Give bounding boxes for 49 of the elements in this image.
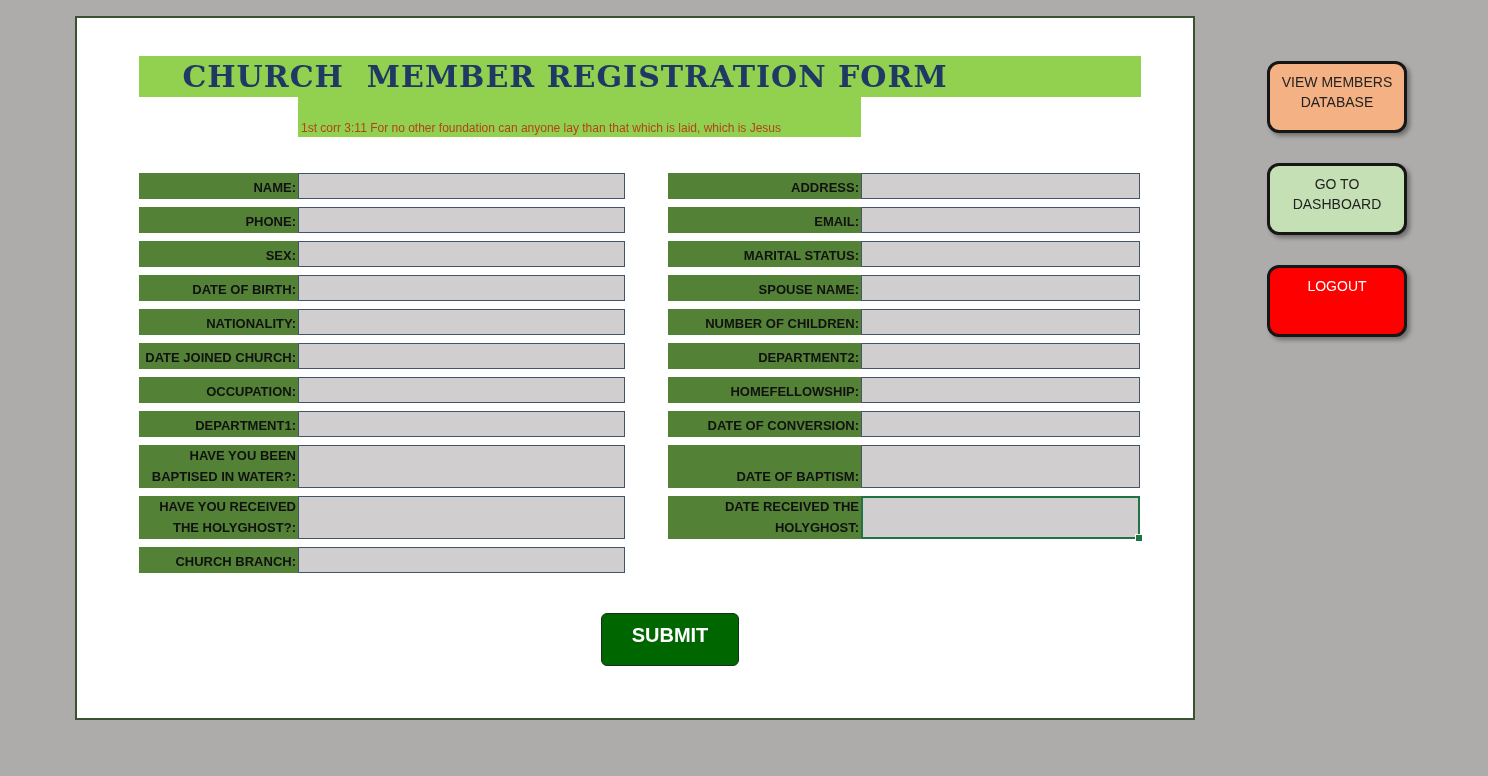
input-field[interactable] <box>298 343 625 369</box>
input-field[interactable] <box>298 309 625 335</box>
input-field[interactable] <box>298 173 625 199</box>
field-label: NAME: <box>139 173 298 199</box>
field-label: DATE OF BIRTH: <box>139 275 298 301</box>
selection-handle[interactable] <box>1135 534 1143 542</box>
field-label: DATE OF CONVERSION: <box>668 411 861 437</box>
field-label: HAVE YOU RECEIVED THE HOLYGHOST?: <box>139 496 298 539</box>
input-field[interactable] <box>298 241 625 267</box>
field-label: ADDRESS: <box>668 173 861 199</box>
field-label: DEPARTMENT2: <box>668 343 861 369</box>
nav-button[interactable]: LOGOUT <box>1267 265 1407 337</box>
input-field[interactable] <box>861 343 1140 369</box>
field-label: PHONE: <box>139 207 298 233</box>
field-label: DEPARTMENT1: <box>139 411 298 437</box>
field-label: MARITAL STATUS: <box>668 241 861 267</box>
form-title: CHURCH MEMBER REGISTRATION FORM <box>182 59 948 94</box>
input-field[interactable] <box>861 496 1140 539</box>
input-field[interactable] <box>298 496 625 539</box>
input-field[interactable] <box>298 275 625 301</box>
field-label: NUMBER OF CHILDREN: <box>668 309 861 335</box>
input-field[interactable] <box>298 411 625 437</box>
input-field[interactable] <box>861 445 1140 488</box>
input-field[interactable] <box>298 445 625 488</box>
field-label: SPOUSE NAME: <box>668 275 861 301</box>
input-field[interactable] <box>298 377 625 403</box>
scripture-quote: 1st corr 3:11 For no other foundation can anyone lay than that which is laid, which is Jesus <box>300 121 782 135</box>
input-field[interactable] <box>861 411 1140 437</box>
field-label: DATE JOINED CHURCH: <box>139 343 298 369</box>
field-label: DATE RECEIVED THE HOLYGHOST: <box>668 496 861 539</box>
field-label: EMAIL: <box>668 207 861 233</box>
input-field[interactable] <box>861 241 1140 267</box>
input-field[interactable] <box>861 377 1140 403</box>
field-label: OCCUPATION: <box>139 377 298 403</box>
input-field[interactable] <box>861 207 1140 233</box>
input-field[interactable] <box>861 275 1140 301</box>
field-label: CHURCH BRANCH: <box>139 547 298 573</box>
field-label: HAVE YOU BEEN BAPTISED IN WATER?: <box>139 445 298 488</box>
field-label: SEX: <box>139 241 298 267</box>
nav-button[interactable]: GO TO DASHBOARD <box>1267 163 1407 235</box>
field-label: HOMEFELLOWSHIP: <box>668 377 861 403</box>
input-field[interactable] <box>298 547 625 573</box>
field-label: DATE OF BAPTISM: <box>668 445 861 488</box>
nav-button[interactable]: VIEW MEMBERS DATABASE <box>1267 61 1407 133</box>
input-field[interactable] <box>861 309 1140 335</box>
field-label: NATIONALITY: <box>139 309 298 335</box>
input-field[interactable] <box>861 173 1140 199</box>
input-field[interactable] <box>298 207 625 233</box>
submit-button[interactable]: SUBMIT <box>601 613 739 666</box>
